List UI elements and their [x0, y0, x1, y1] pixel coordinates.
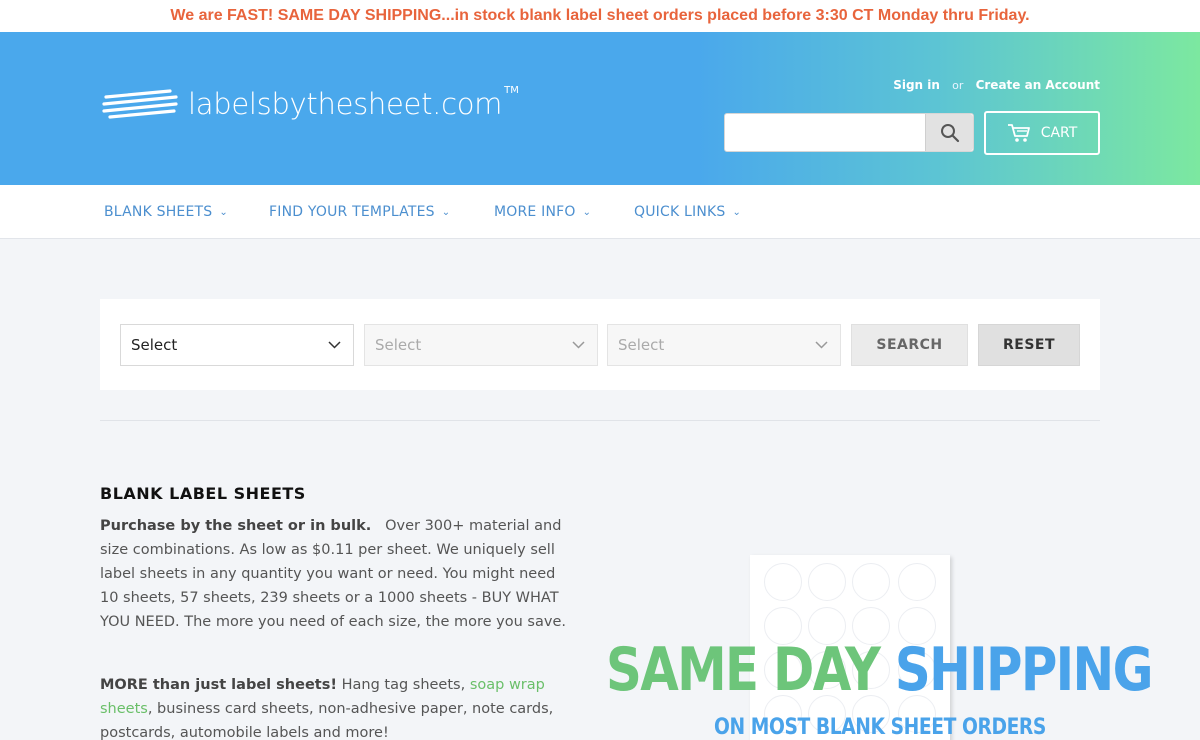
- filter-search-button[interactable]: SEARCH: [851, 324, 968, 366]
- main-nav: BLANK SHEETS ⌄ FIND YOUR TEMPLATES ⌄ MOR…: [0, 185, 1200, 239]
- intro-paragraph: Purchase by the sheet or in bulk. Over 3…: [100, 514, 570, 634]
- intro-text: Over 300+ material and size combinations…: [100, 518, 566, 630]
- filter-reset-button[interactable]: RESET: [978, 324, 1080, 366]
- promo-word-same: SAME: [606, 635, 759, 705]
- select-value: Select: [618, 336, 665, 354]
- more-text-2: , business card sheets, non-adhesive pap…: [100, 701, 554, 740]
- logo-text: labelsbythesheet.com: [188, 87, 503, 121]
- create-account-link[interactable]: Create an Account: [976, 78, 1100, 92]
- nav-label: BLANK SHEETS: [104, 204, 213, 220]
- search-input[interactable]: [725, 114, 923, 151]
- nav-label: MORE INFO: [494, 204, 576, 220]
- account-links: Sign in or Create an Account: [893, 78, 1100, 92]
- more-paragraph: MORE than just label sheets! Hang tag sh…: [100, 673, 570, 740]
- chevron-down-icon: ⌄: [582, 206, 592, 218]
- site-header: labelsbythesheet.com TM Sign in or Creat…: [0, 32, 1200, 185]
- chevron-down-icon: ⌄: [732, 206, 742, 218]
- cart-button[interactable]: CART: [984, 111, 1100, 155]
- cart-label: CART: [1040, 125, 1078, 141]
- signin-link[interactable]: Sign in: [893, 78, 940, 92]
- logo-mark-icon: [102, 89, 178, 119]
- promo-subline: ON MOST BLANK SHEET ORDERS: [714, 715, 1046, 740]
- search-button[interactable]: [925, 114, 973, 151]
- promo-word-shipping: SHIPPING: [894, 635, 1154, 705]
- chevron-down-icon: [815, 325, 828, 365]
- logo-trademark: TM: [504, 84, 519, 96]
- nav-label: FIND YOUR TEMPLATES: [269, 204, 435, 220]
- nav-item-quick-links[interactable]: QUICK LINKS ⌄: [634, 204, 741, 220]
- search-icon: [940, 123, 959, 142]
- select-value: Select: [375, 336, 422, 354]
- more-bold: MORE than just label sheets!: [100, 677, 337, 693]
- or-text: or: [952, 79, 964, 92]
- chevron-down-icon: [328, 325, 341, 365]
- nav-item-more-info[interactable]: MORE INFO ⌄: [494, 204, 591, 220]
- template-filter-panel: Select Select Select SEARCH RESET: [100, 299, 1100, 390]
- nav-item-blank-sheets[interactable]: BLANK SHEETS ⌄: [104, 204, 228, 220]
- chevron-down-icon: ⌄: [441, 206, 451, 218]
- section-divider: [100, 420, 1100, 421]
- promo-word-day: DAY: [773, 635, 881, 705]
- cart-icon: [1007, 124, 1030, 142]
- chevron-down-icon: [572, 325, 585, 365]
- announcement-bar: We are FAST! SAME DAY SHIPPING...in stoc…: [0, 0, 1200, 32]
- select-value: Select: [131, 336, 178, 354]
- same-day-shipping-banner[interactable]: SAME DAY SHIPPING ON MOST BLANK SHEET OR…: [600, 555, 1153, 740]
- chevron-down-icon: ⌄: [219, 206, 228, 218]
- more-text-1: Hang tag sheets,: [341, 677, 466, 693]
- filter-select-2[interactable]: Select: [364, 324, 598, 366]
- section-title: BLANK LABEL SHEETS: [100, 484, 306, 503]
- intro-bold: Purchase by the sheet or in bulk.: [100, 518, 372, 534]
- promo-headline: SAME DAY SHIPPING: [606, 635, 1154, 705]
- nav-label: QUICK LINKS: [634, 204, 726, 220]
- site-logo[interactable]: labelsbythesheet.com TM: [102, 84, 519, 121]
- header-search: [724, 113, 974, 152]
- filter-select-1[interactable]: Select: [120, 324, 354, 366]
- nav-item-find-your-templates[interactable]: FIND YOUR TEMPLATES ⌄: [269, 204, 450, 220]
- filter-select-3[interactable]: Select: [607, 324, 841, 366]
